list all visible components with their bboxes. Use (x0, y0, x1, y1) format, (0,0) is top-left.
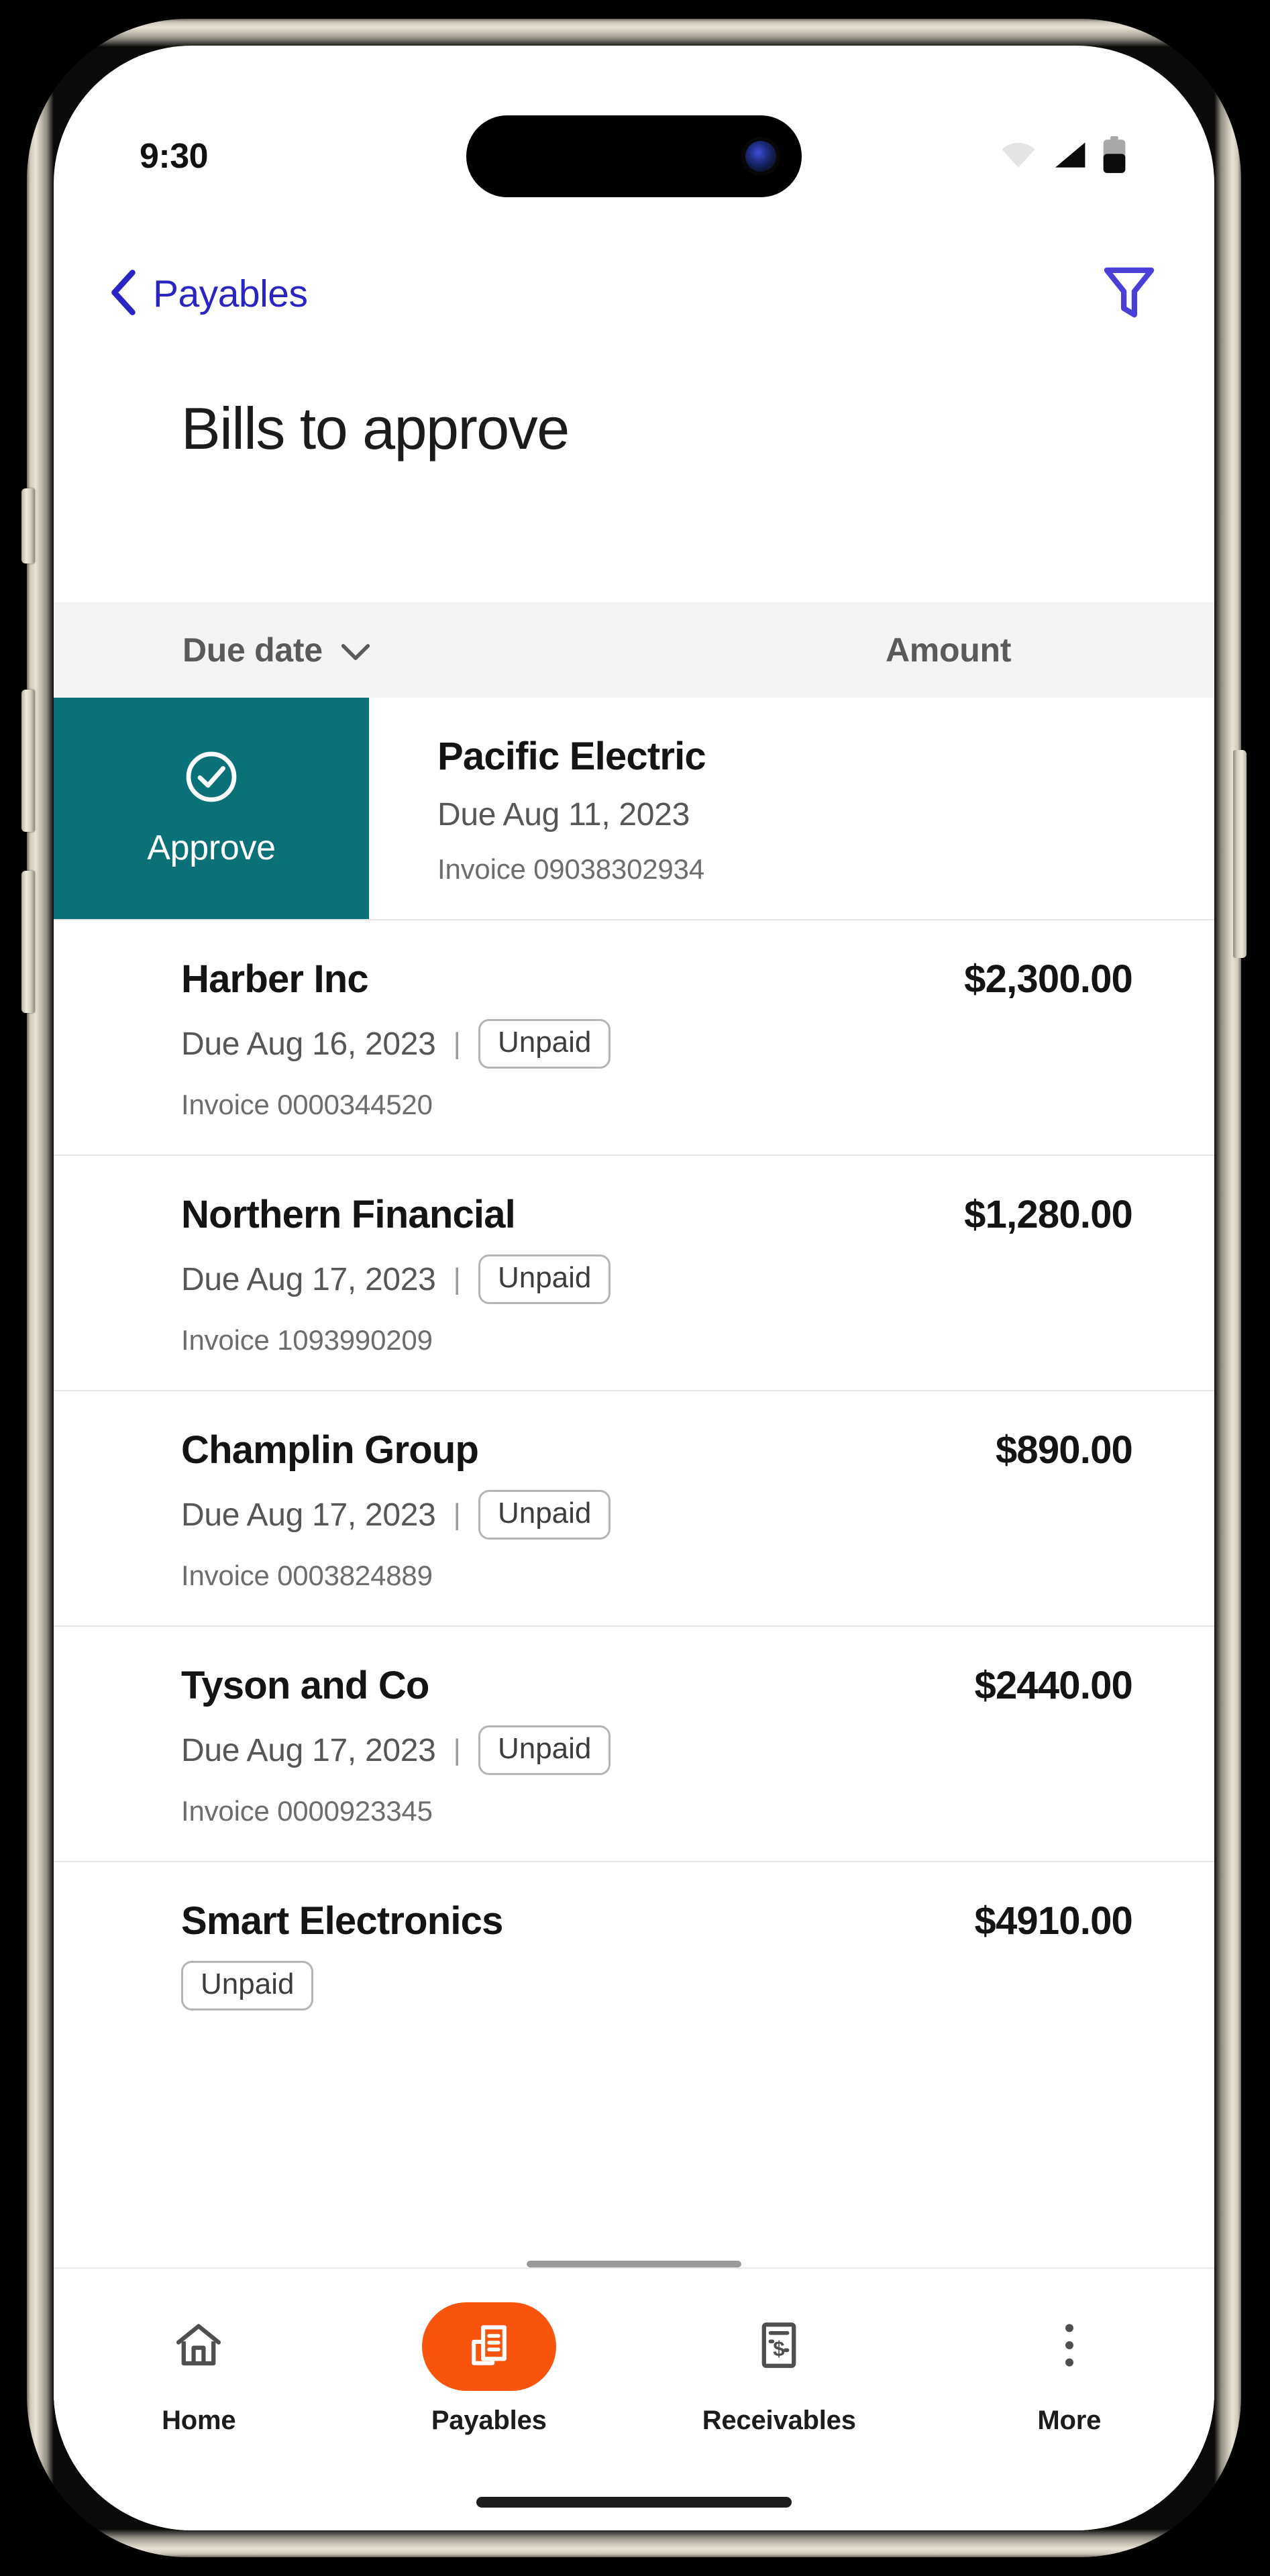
bill-due-date: Due Aug 17, 2023 (181, 1261, 436, 1297)
phone-screen: 9:30 Payables Bills to approve Due date … (54, 46, 1214, 2530)
volume-up-button[interactable] (21, 690, 35, 832)
chevron-down-icon (340, 631, 371, 669)
screenshot-stage: 9:30 Payables Bills to approve Due date … (0, 0, 1270, 2576)
text-divider: | (453, 1263, 461, 1295)
wifi-icon (1000, 141, 1037, 172)
table-header-due-date-label: Due date (182, 631, 323, 669)
scroll-indicator (527, 2261, 741, 2267)
tab-payables[interactable]: Payables (344, 2302, 635, 2436)
bill-amount: $4910.00 (974, 1899, 1132, 1943)
tab-receivables[interactable]: $ Receivables (634, 2302, 924, 2436)
bottom-tab-bar: Home Payables $ Receivables More (54, 2267, 1214, 2530)
status-badge: Unpaid (478, 1490, 611, 1540)
table-row[interactable]: Harber Inc $2,300.00 Due Aug 16, 2023 | … (54, 919, 1214, 1155)
tab-home-label: Home (162, 2406, 236, 2435)
back-button-label: Payables (153, 272, 308, 315)
text-divider: | (453, 1027, 461, 1060)
power-button[interactable] (1233, 750, 1247, 958)
nav-bar: Payables (54, 247, 1214, 341)
bill-invoice-number: Invoice 0000923345 (181, 1795, 433, 1827)
volume-down-button[interactable] (21, 871, 35, 1013)
invoice-dollar-icon: $ (758, 2320, 800, 2373)
table-header: Due date Amount (54, 602, 1214, 698)
cellular-signal-icon (1052, 141, 1087, 172)
approve-swipe-button[interactable]: Approve (54, 698, 369, 919)
bill-amount: $890.00 (995, 1428, 1133, 1472)
table-row[interactable]: Tyson and Co $2440.00 Due Aug 17, 2023 |… (54, 1625, 1214, 1861)
home-icon (174, 2320, 223, 2373)
bills-list[interactable]: Approve Pacific Electric $ Due Aug 11, 2… (54, 698, 1214, 2530)
bill-invoice-number: Invoice 0000344520 (181, 1089, 433, 1120)
text-divider: | (453, 1733, 461, 1766)
bill-due-date: Due Aug 17, 2023 (181, 1732, 436, 1768)
table-row[interactable]: Approve Pacific Electric $ Due Aug 11, 2… (54, 698, 1214, 919)
bill-vendor-name: Tyson and Co (181, 1664, 429, 1707)
status-badge: Unpaid (478, 1725, 611, 1775)
tab-more[interactable]: More (924, 2302, 1215, 2436)
table-row[interactable]: Champlin Group $890.00 Due Aug 17, 2023 … (54, 1390, 1214, 1625)
status-badge: Unpaid (478, 1254, 611, 1304)
more-vertical-icon (1061, 2320, 1077, 2373)
battery-icon (1102, 136, 1127, 177)
phone-device-frame: 9:30 Payables Bills to approve Due date … (21, 19, 1247, 2557)
bill-invoice-number: Invoice 0003824889 (181, 1560, 433, 1591)
table-row[interactable]: Smart Electronics $4910.00 Unpaid (54, 1861, 1214, 2044)
status-badge: Unpaid (181, 1961, 314, 2010)
bill-vendor-name: Champlin Group (181, 1428, 479, 1472)
table-header-amount-label: Amount (886, 631, 1012, 669)
home-indicator[interactable] (476, 2497, 792, 2508)
tab-more-label: More (1037, 2406, 1102, 2435)
sort-by-due-date-button[interactable]: Due date (182, 631, 371, 669)
documents-stack-icon (467, 2323, 511, 2371)
tab-home[interactable]: Home (54, 2302, 344, 2436)
bill-vendor-name: Smart Electronics (181, 1899, 503, 1943)
svg-text:$: $ (774, 2337, 785, 2360)
tab-receivables-label: Receivables (702, 2406, 856, 2435)
bill-amount: $1,280.00 (964, 1193, 1133, 1236)
text-divider: | (453, 1498, 461, 1531)
front-camera-icon (745, 141, 776, 172)
bill-amount: $2440.00 (974, 1664, 1132, 1707)
bill-amount: $2,300.00 (964, 957, 1133, 1001)
status-bar-clock: 9:30 (140, 137, 209, 176)
dynamic-island (466, 115, 802, 197)
page-title: Bills to approve (181, 395, 570, 462)
status-bar-icons (1000, 136, 1127, 177)
bill-vendor-name: Harber Inc (181, 957, 369, 1001)
bill-vendor-name: Northern Financial (181, 1193, 516, 1236)
approve-swipe-label: Approve (147, 828, 276, 867)
table-row[interactable]: Northern Financial $1,280.00 Due Aug 17,… (54, 1155, 1214, 1390)
bill-due-date: Due Aug 17, 2023 (181, 1497, 436, 1533)
bill-invoice-number: Invoice 09038302934 (437, 853, 704, 885)
bill-invoice-number: Invoice 1093990209 (181, 1324, 433, 1356)
bill-vendor-name: Pacific Electric (437, 735, 706, 778)
filter-funnel-icon[interactable] (1102, 264, 1157, 325)
action-button[interactable] (21, 488, 35, 564)
chevron-left-icon (109, 269, 138, 319)
tab-payables-label: Payables (431, 2406, 547, 2435)
bill-due-date: Due Aug 16, 2023 (181, 1026, 436, 1062)
back-button[interactable]: Payables (109, 269, 308, 319)
status-badge: Unpaid (478, 1019, 611, 1069)
check-circle-icon (184, 749, 239, 808)
bill-due-date: Due Aug 11, 2023 (437, 797, 690, 833)
